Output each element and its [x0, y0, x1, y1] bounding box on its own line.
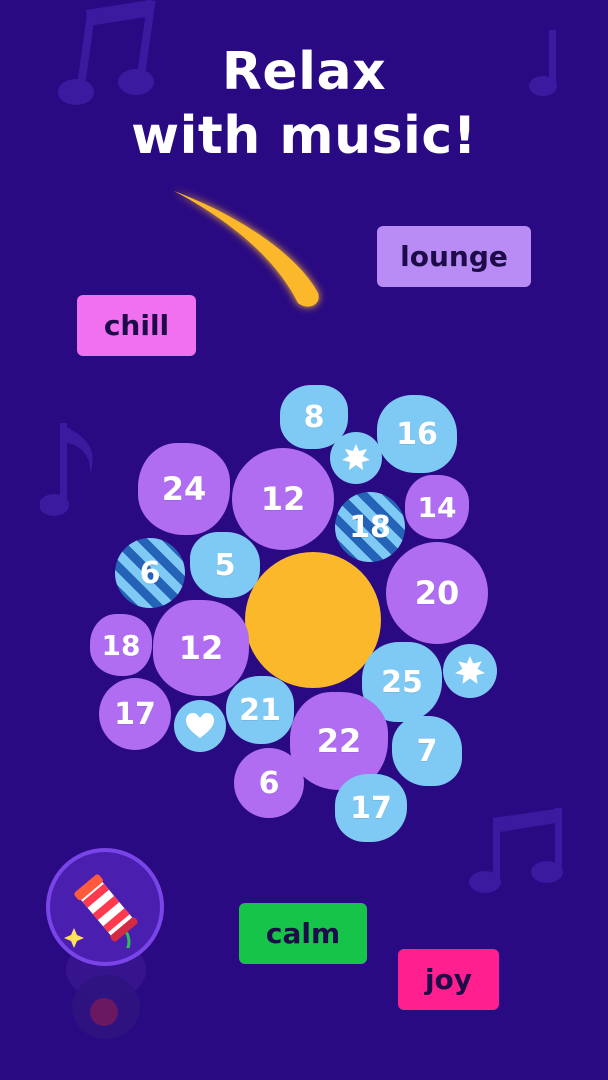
bubble-6-striped[interactable]: 6	[115, 538, 185, 608]
bubble-14[interactable]: 14	[405, 475, 469, 539]
firecracker-icon	[64, 874, 138, 948]
headline-line-2: with music!	[131, 106, 477, 166]
music-note-icon	[469, 808, 563, 893]
star-icon	[455, 656, 485, 684]
headline-line-1: Relax	[221, 42, 387, 102]
bubble-20[interactable]: 20	[386, 542, 488, 644]
tag-chill[interactable]: chill	[77, 295, 196, 356]
tag-joy[interactable]: joy	[398, 949, 499, 1010]
bubble-24[interactable]: 24	[138, 443, 230, 535]
booster-shadow-dot	[90, 998, 118, 1026]
star-icon	[342, 444, 370, 470]
bubble-star[interactable]	[330, 432, 382, 484]
bubble-18-striped[interactable]: 18	[335, 492, 405, 562]
bubble-17-left[interactable]: 17	[99, 678, 171, 750]
bubble-6[interactable]: 6	[234, 748, 304, 818]
bubble-21[interactable]: 21	[226, 676, 294, 744]
center-sun	[245, 552, 381, 688]
heart-icon	[186, 713, 214, 738]
bubble-5[interactable]: 5	[190, 532, 260, 598]
booster-button[interactable]	[46, 848, 164, 966]
bubble-heart[interactable]	[174, 700, 226, 752]
bubble-17-bottom[interactable]: 17	[335, 774, 407, 842]
bubble-18[interactable]: 18	[90, 614, 152, 676]
headline: Relax with music!	[0, 40, 608, 168]
tag-calm[interactable]: calm	[239, 903, 367, 964]
bubble-7[interactable]: 7	[392, 716, 462, 786]
tag-lounge[interactable]: lounge	[377, 226, 531, 287]
bubble-16[interactable]: 16	[377, 395, 457, 473]
bubble-12-top[interactable]: 12	[232, 448, 334, 550]
bubble-star-right[interactable]	[443, 644, 497, 698]
bubble-12-left[interactable]: 12	[153, 600, 249, 696]
music-note-icon	[40, 423, 93, 516]
